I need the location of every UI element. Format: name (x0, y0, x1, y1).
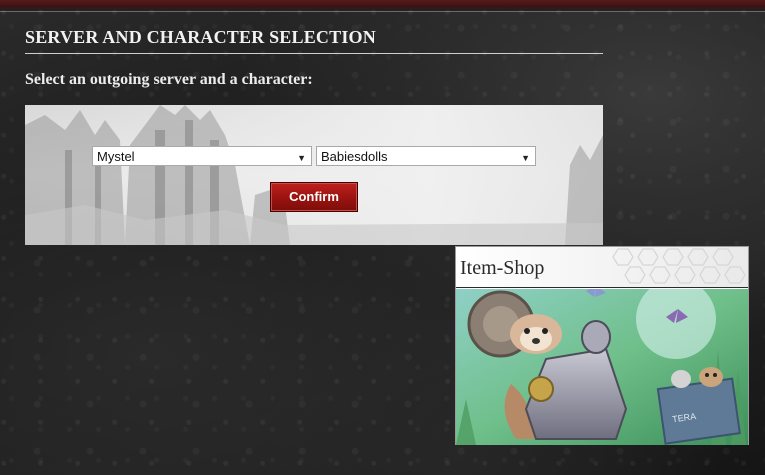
page-title: SERVER AND CHARACTER SELECTION (25, 27, 376, 47)
item-shop-title: Item-Shop (460, 257, 545, 279)
dropdown-arrow-icon: ▼ (521, 153, 530, 163)
castle-ruins-illustration (25, 105, 603, 245)
item-shop-banner-image[interactable]: TERA (456, 289, 748, 445)
character-select[interactable]: Babiesdolls ▼ (316, 146, 536, 166)
selection-panel: Mystel ▼ Babiesdolls ▼ Confirm (25, 105, 603, 245)
server-select-value: Mystel (97, 149, 135, 164)
hexagon-pattern-decoration (612, 248, 746, 284)
page-subtitle: Select an outgoing server and a characte… (25, 71, 313, 88)
dropdown-arrow-icon: ▼ (297, 153, 306, 163)
top-banner-bar (0, 0, 765, 12)
item-shop-header[interactable]: Item-Shop (456, 247, 748, 288)
item-shop-widget[interactable]: Item-Shop TERA (455, 246, 749, 445)
confirm-button[interactable]: Confirm (270, 182, 358, 212)
character-select-value: Babiesdolls (321, 149, 388, 164)
title-divider (25, 53, 603, 54)
server-select[interactable]: Mystel ▼ (92, 146, 312, 166)
